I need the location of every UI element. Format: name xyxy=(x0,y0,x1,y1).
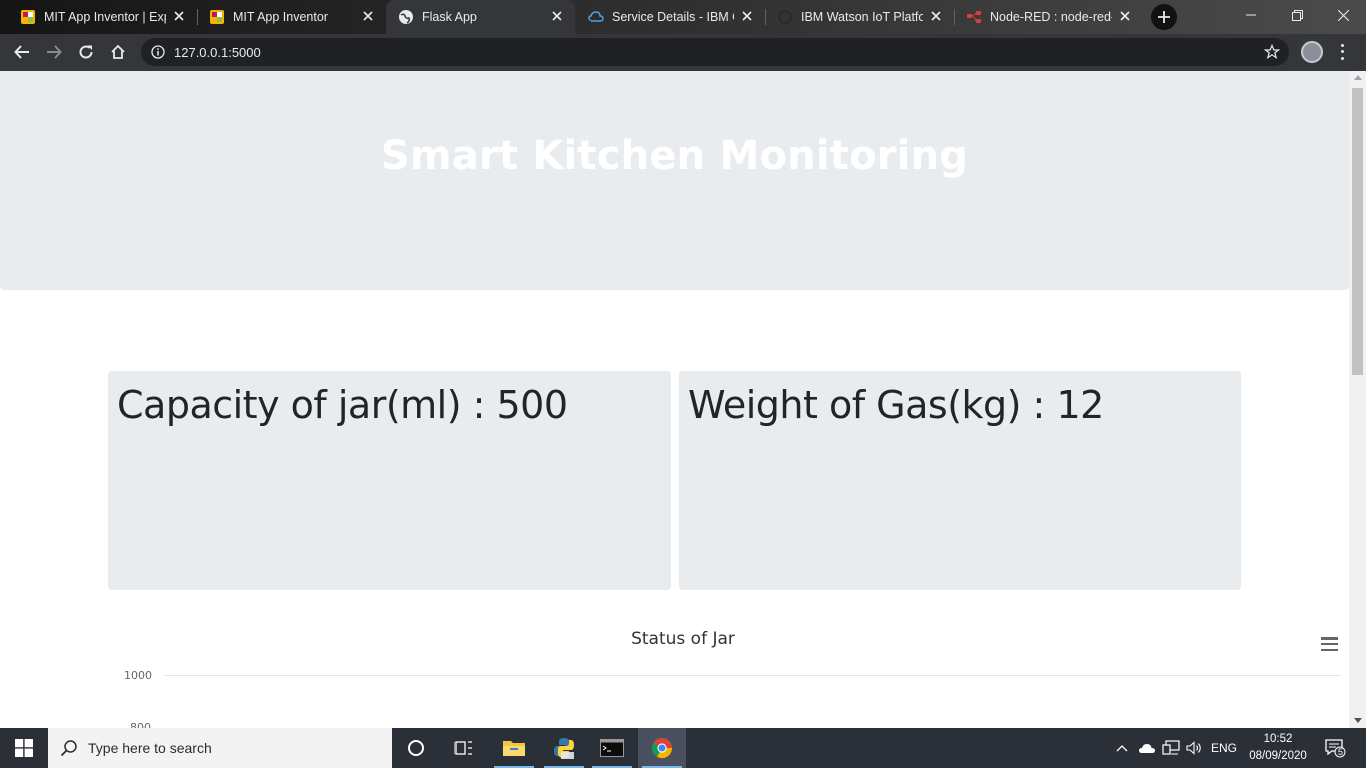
tab-title: IBM Watson IoT Platform xyxy=(801,10,923,24)
clock-date: 08/09/2020 xyxy=(1249,750,1307,762)
cortana-circle-icon xyxy=(408,740,424,756)
volume-button[interactable] xyxy=(1184,728,1206,768)
tab-mit-app-inventor[interactable]: MIT App Inventor xyxy=(197,0,386,34)
python-icon xyxy=(554,738,574,759)
cloud-icon xyxy=(1139,744,1155,753)
close-tab-icon[interactable] xyxy=(171,8,187,24)
gas-weight-card: Weight of Gas(kg) : 12 xyxy=(679,371,1241,590)
back-button[interactable] xyxy=(8,38,36,66)
new-tab-button[interactable] xyxy=(1151,4,1177,30)
windows-taskbar: Type here to search ENG 10:52 08/09/2020… xyxy=(0,728,1366,768)
chrome-icon xyxy=(651,738,673,759)
terminal-icon xyxy=(600,739,624,757)
page-title: Smart Kitchen Monitoring xyxy=(380,133,969,179)
tab-title: Node-RED : node-red-e xyxy=(990,10,1112,24)
reload-icon xyxy=(79,45,93,59)
profile-avatar[interactable] xyxy=(1301,41,1323,63)
close-icon xyxy=(1337,9,1349,21)
plus-icon xyxy=(1158,11,1170,23)
file-explorer-button[interactable] xyxy=(490,728,538,768)
browser-menu-icon[interactable] xyxy=(1335,42,1349,62)
address-bar[interactable]: 127.0.0.1:5000 xyxy=(141,38,1289,66)
minimize-button[interactable] xyxy=(1228,0,1274,30)
search-placeholder: Type here to search xyxy=(88,740,212,756)
globe-icon xyxy=(398,9,414,25)
mit-app-inventor-icon xyxy=(209,9,225,25)
forward-button[interactable] xyxy=(40,38,68,66)
taskbar-search-box[interactable]: Type here to search xyxy=(48,728,392,768)
tab-service-details-ibm-cloud[interactable]: Service Details - IBM Cl xyxy=(576,0,765,34)
network-button[interactable] xyxy=(1160,728,1182,768)
restore-button[interactable] xyxy=(1274,0,1320,30)
minimize-icon xyxy=(1246,14,1256,16)
chart-context-menu-icon[interactable] xyxy=(1321,637,1338,651)
tab-title: MIT App Inventor | Expl xyxy=(44,10,166,24)
speaker-icon xyxy=(1186,741,1201,755)
clock-time: 10:52 xyxy=(1263,733,1293,745)
url-text[interactable]: 127.0.0.1:5000 xyxy=(174,45,261,60)
page-viewport: Smart Kitchen Monitoring Capacity of jar… xyxy=(0,71,1366,728)
restore-icon xyxy=(1291,9,1303,21)
tab-title: MIT App Inventor xyxy=(233,10,328,24)
mit-app-inventor-icon xyxy=(20,9,36,25)
home-button[interactable] xyxy=(104,38,132,66)
task-view-icon xyxy=(454,741,472,755)
input-language-indicator[interactable]: ENG xyxy=(1208,728,1240,768)
arrow-right-icon xyxy=(47,45,62,59)
home-icon xyxy=(111,44,125,59)
tab-title: Service Details - IBM Cl xyxy=(612,10,734,24)
cortana-button[interactable] xyxy=(392,728,440,768)
windows-logo-icon xyxy=(15,739,33,757)
chrome-taskbar-button[interactable] xyxy=(638,728,686,768)
scroll-up-arrow-icon[interactable] xyxy=(1354,75,1362,80)
close-tab-icon[interactable] xyxy=(739,8,755,24)
tab-node-red[interactable]: Node-RED : node-red-e xyxy=(954,0,1143,34)
vertical-scrollbar[interactable] xyxy=(1349,71,1366,728)
scrollbar-thumb[interactable] xyxy=(1352,88,1363,375)
close-tab-icon[interactable] xyxy=(928,8,944,24)
tab-title: Flask App xyxy=(422,10,477,24)
close-tab-icon[interactable] xyxy=(1117,8,1133,24)
tab-mit-app-inventor-explore[interactable]: MIT App Inventor | Expl xyxy=(8,0,197,34)
jar-capacity-label: Capacity of jar(ml) : 500 xyxy=(117,383,568,427)
header-jumbotron: Smart Kitchen Monitoring xyxy=(0,71,1349,290)
close-window-button[interactable] xyxy=(1320,0,1366,30)
browser-toolbar: 127.0.0.1:5000 xyxy=(0,34,1366,71)
info-icon[interactable] xyxy=(150,44,166,60)
jar-capacity-card: Capacity of jar(ml) : 500 xyxy=(108,371,671,590)
node-red-icon xyxy=(966,9,982,25)
chart-title: Status of Jar xyxy=(631,629,735,649)
ibm-watson-icon xyxy=(777,9,793,25)
scroll-down-arrow-icon[interactable] xyxy=(1354,718,1362,723)
task-view-button[interactable] xyxy=(440,728,488,768)
close-tab-icon[interactable] xyxy=(360,8,376,24)
notification-count-badge: 5 xyxy=(1338,747,1344,757)
command-prompt-button[interactable] xyxy=(588,728,636,768)
arrow-left-icon xyxy=(14,45,29,59)
y-axis-tick-label: 1000 xyxy=(124,669,152,682)
y-axis-tick-label: 800 xyxy=(130,721,151,728)
gas-weight-label: Weight of Gas(kg) : 12 xyxy=(688,383,1104,427)
reload-button[interactable] xyxy=(72,38,100,66)
bookmark-star-icon[interactable] xyxy=(1264,44,1280,60)
taskbar-clock[interactable]: 10:52 08/09/2020 xyxy=(1242,731,1314,765)
onedrive-button[interactable] xyxy=(1136,728,1158,768)
network-icon xyxy=(1162,740,1180,755)
python-idle-button[interactable] xyxy=(540,728,588,768)
close-tab-icon[interactable] xyxy=(549,8,565,24)
chart-gridline xyxy=(165,675,1341,676)
search-icon xyxy=(60,740,77,757)
tab-flask-app[interactable]: Flask App xyxy=(386,0,575,34)
ibm-cloud-icon xyxy=(588,9,604,25)
show-hidden-icons-button[interactable] xyxy=(1112,728,1132,768)
chevron-up-icon xyxy=(1116,745,1128,752)
tab-ibm-watson-iot[interactable]: IBM Watson IoT Platform xyxy=(765,0,954,34)
tab-strip: MIT App Inventor | Expl MIT App Inventor… xyxy=(0,0,1366,34)
start-button[interactable] xyxy=(0,728,48,768)
action-center-button[interactable]: 5 xyxy=(1318,728,1352,768)
folder-icon xyxy=(503,741,525,756)
